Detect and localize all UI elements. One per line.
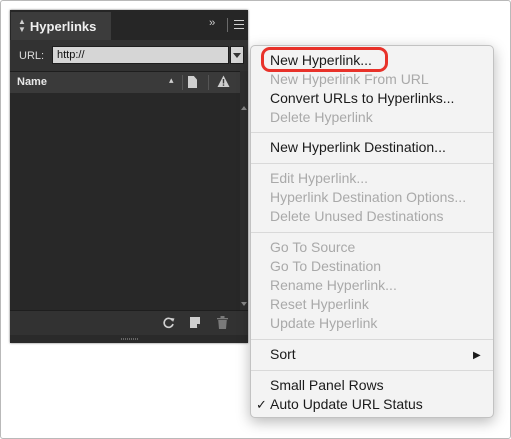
menu-item-destination-options: Hyperlink Destination Options...: [270, 189, 467, 205]
sort-icon[interactable]: ▴: [169, 75, 174, 86]
menu-item-rename-hyperlink: Rename Hyperlink...: [270, 277, 397, 293]
page-icon[interactable]: [188, 76, 197, 88]
check-icon: ✓: [256, 397, 267, 412]
menu-item-sort[interactable]: Sort: [270, 346, 296, 362]
menu-item-delete-unused-destinations: Delete Unused Destinations: [270, 208, 444, 224]
header-divider: [182, 75, 183, 90]
warning-icon[interactable]: [217, 75, 230, 88]
menu-item-small-panel-rows[interactable]: Small Panel Rows: [270, 377, 384, 393]
hyperlinks-panel: ▲▼ Hyperlinks ›› URL: Name ▴: [10, 10, 248, 343]
url-input[interactable]: [52, 46, 229, 64]
column-header-name[interactable]: Name: [17, 76, 47, 88]
menu-item-reset-hyperlink: Reset Hyperlink: [270, 296, 369, 312]
resize-grip[interactable]: [10, 335, 248, 343]
menu-item-convert-urls[interactable]: Convert URLs to Hyperlinks...: [270, 90, 454, 106]
scroll-up-icon[interactable]: [241, 106, 247, 110]
list-scrollbar[interactable]: [240, 71, 248, 310]
menu-item-auto-update-url-status[interactable]: Auto Update URL Status: [270, 396, 423, 412]
panel-tab-bar: ▲ ▼ Hyperlinks ››: [10, 10, 248, 40]
tab-bar-divider: [227, 18, 228, 32]
submenu-arrow-icon: ▶: [473, 350, 481, 361]
menu-separator: [251, 163, 493, 164]
grip-lines: [121, 338, 139, 340]
panel-footer: [10, 310, 248, 336]
panel-menu-icon[interactable]: [234, 20, 244, 29]
menu-separator: [251, 339, 493, 340]
panel-tab[interactable]: ▲ ▼ Hyperlinks: [11, 12, 111, 40]
menu-item-go-to-source: Go To Source: [270, 239, 356, 255]
panel-title: Hyperlinks: [29, 18, 97, 34]
new-item-icon[interactable]: [190, 317, 200, 328]
hyperlink-list[interactable]: [10, 93, 240, 310]
menu-separator: [251, 232, 493, 233]
url-dropdown-icon[interactable]: [230, 46, 244, 64]
menu-item-go-to-destination: Go To Destination: [270, 258, 382, 274]
header-divider: [208, 75, 209, 90]
highlight-outline: [261, 47, 388, 72]
menu-separator: [251, 370, 493, 371]
menu-item-edit-hyperlink: Edit Hyperlink...: [270, 170, 369, 186]
panel-expand-icon[interactable]: ››: [209, 17, 215, 29]
menu-item-delete-hyperlink: Delete Hyperlink: [270, 109, 373, 125]
tab-collapse-icon[interactable]: ▲ ▼: [18, 18, 26, 34]
list-header: Name ▴: [10, 71, 240, 94]
scroll-down-icon[interactable]: [241, 302, 247, 306]
trash-icon[interactable]: [217, 316, 228, 329]
menu-separator: [251, 132, 493, 133]
menu-item-update-hyperlink: Update Hyperlink: [270, 315, 378, 331]
panel-context-menu: New Hyperlink... New Hyperlink From URL …: [250, 45, 494, 418]
url-label: URL:: [19, 50, 45, 62]
menu-item-new-hyperlink-from-url: New Hyperlink From URL: [270, 71, 429, 87]
refresh-icon[interactable]: [162, 316, 175, 329]
menu-item-new-destination[interactable]: New Hyperlink Destination...: [270, 139, 446, 155]
